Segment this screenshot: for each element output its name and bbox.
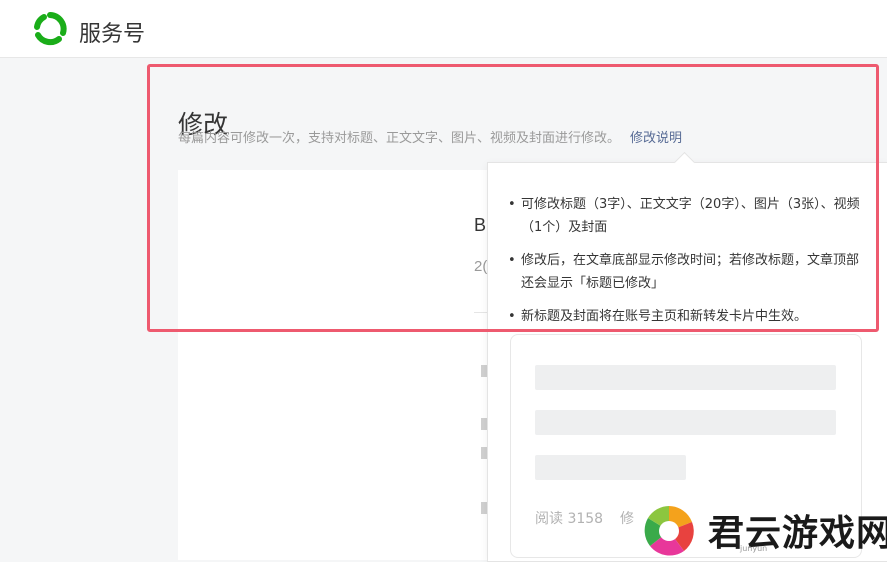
watermark-logo-icon <box>644 506 694 556</box>
section-description: 每篇内容可修改一次，支持对标题、正文文字、图片、视频及封面进行修改。 修改说明 <box>178 127 682 146</box>
article-title-fragment: B <box>474 215 487 235</box>
tip-item: 新标题及封面将在账号主页和新转发卡片中生效。 <box>508 305 863 328</box>
watermark-text: 君云游戏网 <box>708 512 887 554</box>
edit-label-fragment: 修 <box>620 511 634 527</box>
top-bar: 服务号 <box>0 0 887 58</box>
article-divider <box>474 312 488 313</box>
description-text: 每篇内容可修改一次，支持对标题、正文文字、图片、视频及封面进行修改。 <box>178 131 621 146</box>
watermark: 君云游戏网 junyun <box>636 500 887 560</box>
skeleton-line <box>535 455 686 480</box>
edit-instructions-link[interactable]: 修改说明 <box>630 131 682 146</box>
skeleton-line <box>535 365 836 390</box>
wechat-service-logo-icon[interactable] <box>33 12 67 46</box>
brand-name[interactable]: 服务号 <box>79 16 145 48</box>
article-card <box>178 170 488 560</box>
watermark-subtext: junyun <box>740 544 768 553</box>
article-date-fragment: 2( <box>474 258 488 275</box>
tip-item: 修改后，在文章底部显示修改时间；若修改标题，文章顶部还会显示「标题已修改」 <box>508 249 863 295</box>
read-count: 阅读 3158 <box>535 511 604 527</box>
tip-item: 可修改标题（3字）、正文文字（20字）、图片（3张）、视频（1个）及封面 <box>508 193 863 239</box>
skeleton-line <box>535 410 836 435</box>
tips-list: 可修改标题（3字）、正文文字（20字）、图片（3张）、视频（1个）及封面 修改后… <box>508 193 863 338</box>
